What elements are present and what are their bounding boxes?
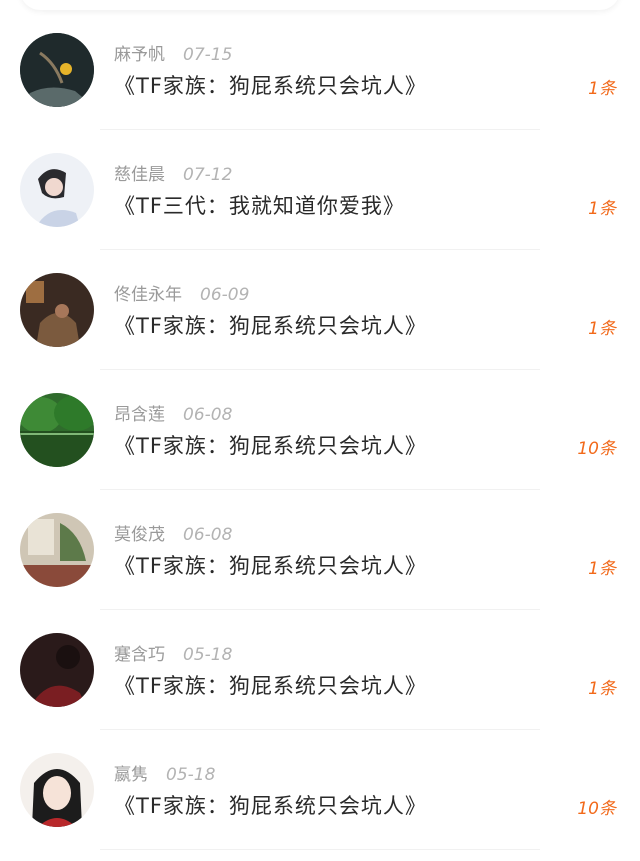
avatar[interactable] <box>20 393 94 467</box>
top-card-edge <box>20 0 620 10</box>
sender-name: 慈佳晨 <box>114 165 165 185</box>
story-title[interactable]: 《TF家族：狗屁系统只会坑人》 <box>114 790 427 820</box>
list-item[interactable]: 嬴隽 05-18 《TF家族：狗屁系统只会坑人》 10条 <box>0 730 640 850</box>
message-meta: 麻予帆 07-15 <box>114 40 232 65</box>
sender-name: 昂含莲 <box>114 405 165 425</box>
list-item[interactable]: 佟佳永年 06-09 《TF家族：狗屁系统只会坑人》 1条 <box>0 250 640 370</box>
message-meta: 蹇含巧 05-18 <box>114 640 232 665</box>
message-date: 07-15 <box>183 45 233 65</box>
message-meta: 嬴隽 05-18 <box>114 760 215 785</box>
message-list-page: 麻予帆 07-15 《TF家族：狗屁系统只会坑人》 1条 慈佳晨 07-12 《TF… <box>0 0 640 861</box>
list-item[interactable]: 蹇含巧 05-18 《TF家族：狗屁系统只会坑人》 1条 <box>0 610 640 730</box>
message-count: 1条 <box>588 79 616 99</box>
avatar[interactable] <box>20 33 94 107</box>
message-count: 1条 <box>588 559 616 579</box>
message-count: 1条 <box>588 319 616 339</box>
sender-name: 麻予帆 <box>114 45 165 65</box>
avatar[interactable] <box>20 153 94 227</box>
message-date: 05-18 <box>183 645 233 665</box>
message-count: 10条 <box>577 799 616 819</box>
message-meta: 佟佳永年 06-09 <box>114 280 249 305</box>
avatar[interactable] <box>20 273 94 347</box>
message-meta: 慈佳晨 07-12 <box>114 160 232 185</box>
message-list: 麻予帆 07-15 《TF家族：狗屁系统只会坑人》 1条 慈佳晨 07-12 《TF… <box>0 10 640 850</box>
sender-name: 嬴隽 <box>114 765 148 785</box>
message-date: 06-08 <box>183 525 233 545</box>
sender-name: 佟佳永年 <box>114 285 182 305</box>
sender-name: 莫俊茂 <box>114 525 165 545</box>
list-item[interactable]: 昂含莲 06-08 《TF家族：狗屁系统只会坑人》 10条 <box>0 370 640 490</box>
list-item[interactable]: 莫俊茂 06-08 《TF家族：狗屁系统只会坑人》 1条 <box>0 490 640 610</box>
message-count: 1条 <box>588 199 616 219</box>
story-title[interactable]: 《TF家族：狗屁系统只会坑人》 <box>114 310 427 340</box>
story-title[interactable]: 《TF家族：狗屁系统只会坑人》 <box>114 550 427 580</box>
list-item[interactable]: 麻予帆 07-15 《TF家族：狗屁系统只会坑人》 1条 <box>0 10 640 130</box>
story-title[interactable]: 《TF家族：狗屁系统只会坑人》 <box>114 70 427 100</box>
avatar[interactable] <box>20 753 94 827</box>
message-meta: 昂含莲 06-08 <box>114 400 232 425</box>
message-meta: 莫俊茂 06-08 <box>114 520 232 545</box>
message-date: 06-09 <box>200 285 250 305</box>
story-title[interactable]: 《TF三代：我就知道你爱我》 <box>114 190 405 220</box>
list-item[interactable]: 慈佳晨 07-12 《TF三代：我就知道你爱我》 1条 <box>0 130 640 250</box>
avatar[interactable] <box>20 633 94 707</box>
message-date: 05-18 <box>166 765 216 785</box>
story-title[interactable]: 《TF家族：狗屁系统只会坑人》 <box>114 670 427 700</box>
message-count: 10条 <box>577 439 616 459</box>
message-date: 07-12 <box>183 165 233 185</box>
message-count: 1条 <box>588 679 616 699</box>
story-title[interactable]: 《TF家族：狗屁系统只会坑人》 <box>114 430 427 460</box>
message-date: 06-08 <box>183 405 233 425</box>
sender-name: 蹇含巧 <box>114 645 165 665</box>
avatar[interactable] <box>20 513 94 587</box>
